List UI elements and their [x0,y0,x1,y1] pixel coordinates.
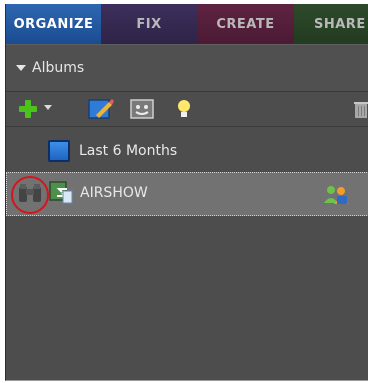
album-item-airshow[interactable]: AIRSHOW [6,172,368,216]
collapse-triangle-icon[interactable] [16,65,26,71]
album-label: Last 6 Months [79,143,178,159]
dropdown-icon[interactable] [44,105,52,110]
album-sync-icon [49,181,73,205]
main-tabs: ORGANIZE FIX CREATE SHARE [6,4,368,44]
tab-organize[interactable]: ORGANIZE [6,4,101,44]
share-people-icon[interactable] [321,183,351,205]
organizer-panel: ORGANIZE FIX CREATE SHARE Albums Last 6 … [5,4,368,381]
album-item-last-6-months[interactable]: Last 6 Months [6,132,368,172]
tab-fix[interactable]: FIX [101,4,197,44]
bulb-icon[interactable] [176,98,192,120]
tab-create[interactable]: CREATE [197,4,294,44]
smart-album-icon[interactable] [130,98,154,120]
album-label: AIRSHOW [80,185,148,201]
tab-share[interactable]: SHARE [294,4,368,44]
edit-icon[interactable] [88,98,114,120]
toolbar-separator [6,126,368,127]
albums-header-label: Albums [32,60,85,76]
trash-icon[interactable] [350,98,368,120]
albums-header[interactable]: Albums [6,44,368,92]
highlight-circle [11,176,49,214]
blue-square-icon [48,140,70,162]
plus-icon[interactable] [18,98,38,120]
albums-toolbar [6,92,368,126]
